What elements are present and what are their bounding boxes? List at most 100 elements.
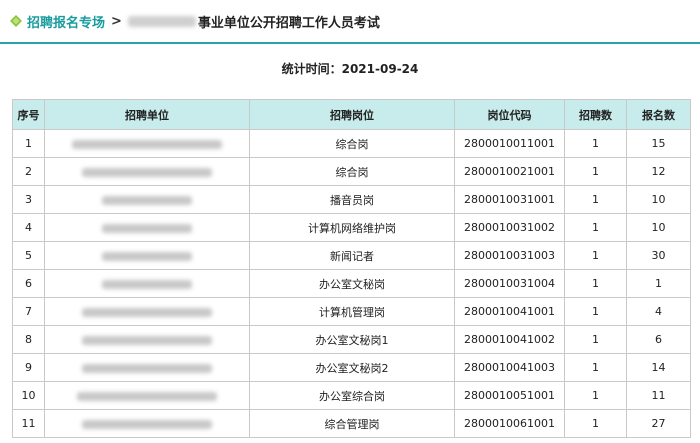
row-applicants: 30 [626, 241, 691, 270]
breadcrumb-home-link[interactable]: 招聘报名专场 [27, 12, 105, 31]
redacted-unit [82, 307, 212, 317]
table-row: 6 办公室文秘岗 2800010031004 1 1 [12, 269, 691, 298]
row-quota: 1 [564, 241, 627, 270]
row-applicants: 27 [626, 409, 691, 438]
row-quota: 1 [564, 129, 627, 158]
table-header-row: 序号 招聘单位 招聘岗位 岗位代码 招聘数 报名数 [12, 99, 691, 130]
row-post: 办公室文秘岗2 [249, 353, 455, 382]
row-post: 播音员岗 [249, 185, 455, 214]
row-quota: 1 [564, 157, 627, 186]
redacted-unit [102, 251, 192, 261]
row-seq: 6 [12, 269, 45, 298]
redacted-unit [102, 195, 192, 205]
row-post: 综合岗 [249, 129, 455, 158]
row-code: 2800010021001 [454, 157, 565, 186]
header-quota: 招聘数 [564, 99, 627, 130]
row-post: 计算机网络维护岗 [249, 213, 455, 242]
row-code: 2800010031002 [454, 213, 565, 242]
row-seq: 5 [12, 241, 45, 270]
table-row: 2 综合岗 2800010021001 1 12 [12, 157, 691, 186]
row-seq: 9 [12, 353, 45, 382]
header-seq: 序号 [12, 99, 45, 130]
header-applicants: 报名数 [626, 99, 691, 130]
redacted-unit [77, 391, 217, 401]
row-code: 2800010011001 [454, 129, 565, 158]
diamond-icon [10, 15, 22, 27]
row-seq: 3 [12, 185, 45, 214]
row-quota: 1 [564, 353, 627, 382]
row-code: 2800010041001 [454, 297, 565, 326]
row-code: 2800010031001 [454, 185, 565, 214]
redacted-unit [102, 279, 192, 289]
breadcrumb: 招聘报名专场 > 事业单位公开招聘工作人员考试 [0, 0, 700, 44]
row-post: 办公室综合岗 [249, 381, 455, 410]
row-post: 计算机管理岗 [249, 297, 455, 326]
redacted-exam-name [127, 15, 196, 27]
redacted-unit [82, 167, 212, 177]
row-applicants: 6 [626, 325, 691, 354]
page-title: 事业单位公开招聘工作人员考试 [197, 15, 380, 31]
table-row: 1 综合岗 2800010011001 1 15 [12, 129, 691, 158]
row-post: 新闻记者 [249, 241, 455, 270]
row-applicants: 12 [626, 157, 691, 186]
header-code: 岗位代码 [454, 99, 565, 130]
row-quota: 1 [564, 381, 627, 410]
row-quota: 1 [564, 297, 627, 326]
row-quota: 1 [564, 213, 627, 242]
row-applicants: 10 [626, 213, 691, 242]
row-applicants: 4 [626, 297, 691, 326]
table-row: 8 办公室文秘岗1 2800010041002 1 6 [12, 325, 691, 354]
row-post: 综合管理岗 [249, 409, 455, 438]
row-code: 2800010061001 [454, 409, 565, 438]
row-quota: 1 [564, 269, 627, 298]
row-unit [44, 241, 250, 270]
row-code: 2800010031003 [454, 241, 565, 270]
row-unit [44, 353, 250, 382]
redacted-unit [82, 335, 212, 345]
row-code: 2800010051001 [454, 381, 565, 410]
row-unit [44, 409, 250, 438]
row-applicants: 14 [626, 353, 691, 382]
row-seq: 7 [12, 297, 45, 326]
breadcrumb-separator: > [111, 13, 122, 29]
row-post: 综合岗 [249, 157, 455, 186]
redacted-unit [102, 223, 192, 233]
table-row: 3 播音员岗 2800010031001 1 10 [12, 185, 691, 214]
table-row: 4 计算机网络维护岗 2800010031002 1 10 [12, 213, 691, 242]
redacted-unit [72, 139, 222, 149]
row-code: 2800010031004 [454, 269, 565, 298]
row-seq: 8 [12, 325, 45, 354]
row-code: 2800010041002 [454, 325, 565, 354]
row-code: 2800010041003 [454, 353, 565, 382]
row-applicants: 10 [626, 185, 691, 214]
row-applicants: 11 [626, 381, 691, 410]
statistics-time: 统计时间：2021-09-24 [281, 62, 419, 76]
row-unit [44, 269, 250, 298]
recruitment-table: 序号 招聘单位 招聘岗位 岗位代码 招聘数 报名数 1 综合岗 28000100… [12, 99, 691, 438]
row-quota: 1 [564, 409, 627, 438]
row-unit [44, 381, 250, 410]
page: 招聘报名专场 > 事业单位公开招聘工作人员考试 统计时间：2021-09-24 … [0, 0, 700, 443]
header-post: 招聘岗位 [249, 99, 455, 130]
row-applicants: 1 [626, 269, 691, 298]
row-unit [44, 297, 250, 326]
header-unit: 招聘单位 [44, 99, 250, 130]
row-unit [44, 129, 250, 158]
row-unit [44, 213, 250, 242]
row-seq: 2 [12, 157, 45, 186]
table-row: 10 办公室综合岗 2800010051001 1 11 [12, 381, 691, 410]
row-seq: 11 [12, 409, 45, 438]
row-post: 办公室文秘岗1 [249, 325, 455, 354]
row-post: 办公室文秘岗 [249, 269, 455, 298]
row-unit [44, 325, 250, 354]
redacted-unit [82, 363, 212, 373]
table-row: 5 新闻记者 2800010031003 1 30 [12, 241, 691, 270]
row-quota: 1 [564, 185, 627, 214]
row-seq: 1 [12, 129, 45, 158]
row-quota: 1 [564, 325, 627, 354]
row-seq: 10 [12, 381, 45, 410]
row-unit [44, 157, 250, 186]
redacted-unit [82, 419, 212, 429]
row-seq: 4 [12, 213, 45, 242]
table-row: 9 办公室文秘岗2 2800010041003 1 14 [12, 353, 691, 382]
